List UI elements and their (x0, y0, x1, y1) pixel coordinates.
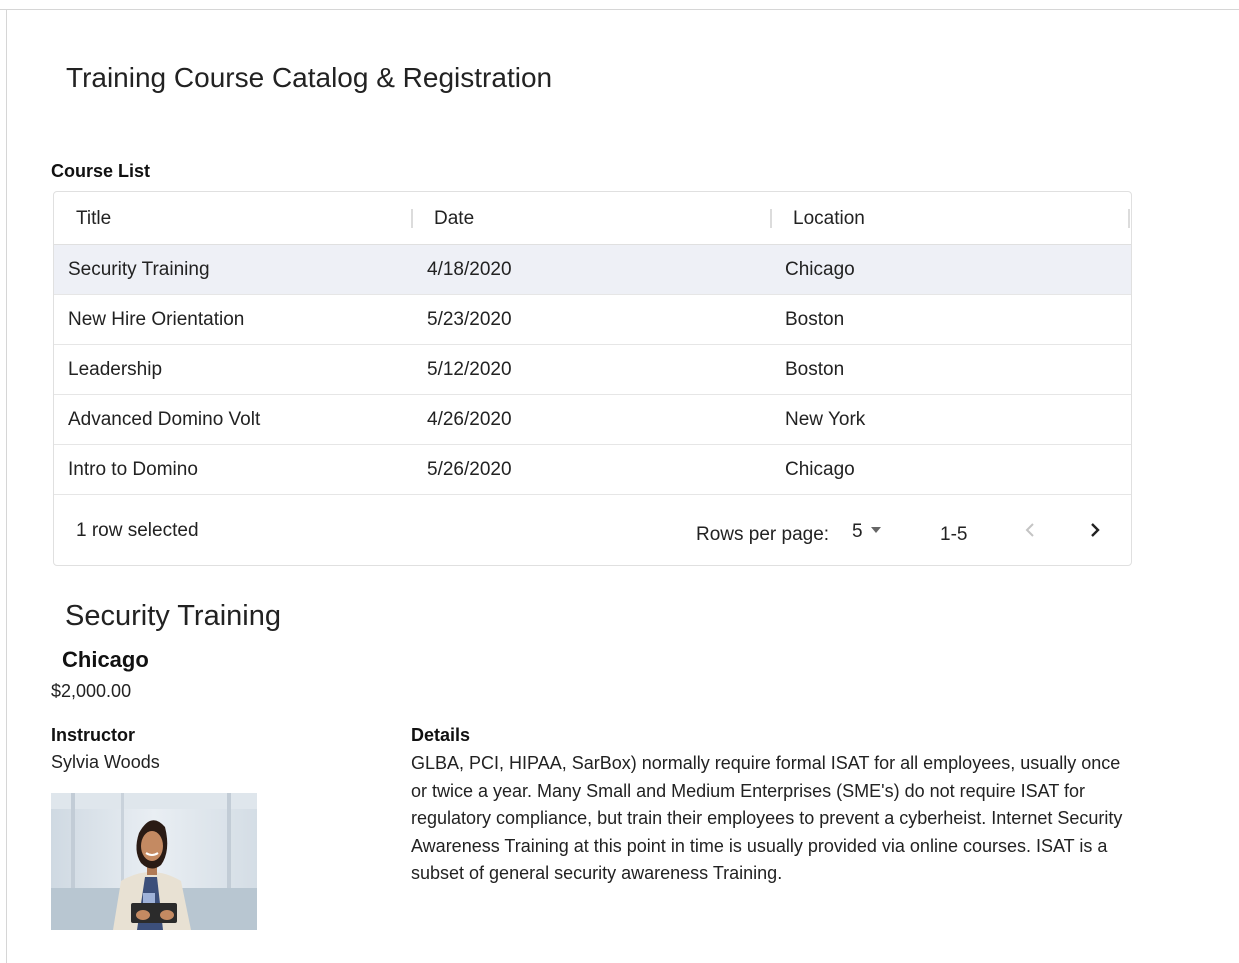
column-separator[interactable] (411, 209, 413, 228)
column-header-location[interactable]: Location (793, 192, 865, 245)
cell-location: Chicago (785, 259, 855, 280)
cell-title: Security Training (68, 259, 210, 280)
cell-title: New Hire Orientation (68, 309, 245, 330)
column-separator[interactable] (1128, 209, 1130, 228)
cell-location: Chicago (785, 459, 855, 480)
course-detail-price: $2,000.00 (51, 681, 132, 701)
page-title: Training Course Catalog & Registration (66, 62, 553, 93)
column-separator[interactable] (770, 209, 772, 228)
course-list-label: Course List (51, 161, 151, 181)
details-label: Details (411, 725, 471, 745)
selected-row-count: 1 row selected (76, 520, 199, 541)
table-row[interactable]: Leadership 5/12/2020 Boston (54, 345, 1131, 395)
course-detail-location: Chicago (62, 647, 149, 672)
frame-top-border (0, 9, 1239, 10)
course-details-text: GLBA, PCI, HIPAA, SarBox) normally requi… (411, 753, 1123, 883)
instructor-photo (51, 793, 257, 930)
cell-date: 5/23/2020 (427, 309, 512, 330)
cell-title: Advanced Domino Volt (68, 409, 261, 430)
page-range: 1-5 (940, 524, 968, 545)
frame-left-border (6, 9, 7, 963)
previous-page-button[interactable] (1015, 515, 1045, 545)
cell-date: 5/12/2020 (427, 359, 512, 380)
instructor-label: Instructor (51, 725, 136, 745)
cell-title: Leadership (68, 359, 163, 380)
chevron-right-icon (1091, 523, 1100, 537)
cell-date: 5/26/2020 (427, 459, 512, 480)
grid-header: Title Date Location (54, 192, 1131, 245)
cell-date: 4/26/2020 (427, 409, 512, 430)
table-row[interactable]: New Hire Orientation 5/23/2020 Boston (54, 295, 1131, 345)
course-list-grid: Title Date Location Security Training 4/… (53, 191, 1132, 566)
rows-per-page-select[interactable]: 5 (852, 521, 881, 543)
course-detail-title: Security Training (65, 600, 281, 632)
rows-per-page-label: Rows per page: (696, 524, 830, 545)
cell-location: Boston (785, 309, 845, 330)
cell-location: Boston (785, 359, 845, 380)
table-row[interactable]: Intro to Domino 5/26/2020 Chicago (54, 445, 1131, 495)
caret-down-icon (870, 526, 881, 533)
table-row[interactable]: Advanced Domino Volt 4/26/2020 New York (54, 395, 1131, 445)
cell-location: New York (785, 409, 866, 430)
cell-date: 4/18/2020 (427, 259, 512, 280)
cell-title: Intro to Domino (68, 459, 198, 480)
next-page-button[interactable] (1080, 515, 1110, 545)
rows-per-page-value: 5 (852, 521, 863, 542)
grid-footer: 1 row selected Rows per page: 5 1-5 (54, 495, 1131, 565)
instructor-name: Sylvia Woods (51, 752, 160, 772)
column-header-title[interactable]: Title (76, 192, 111, 245)
table-row[interactable]: Security Training 4/18/2020 Chicago (54, 245, 1131, 295)
chevron-left-icon (1025, 523, 1034, 537)
column-header-date[interactable]: Date (434, 192, 474, 245)
